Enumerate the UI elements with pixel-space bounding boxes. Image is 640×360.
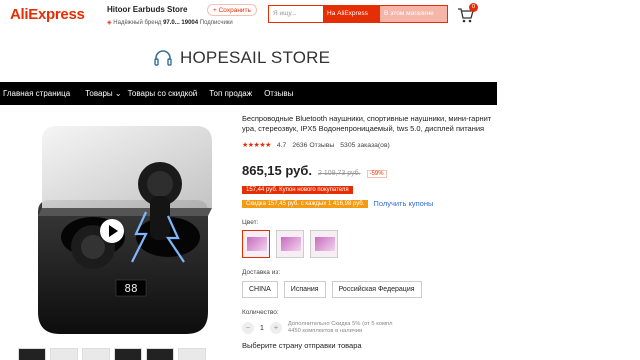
nav-top-sales[interactable]: Топ продаж (209, 89, 252, 98)
search-aliexpress-button[interactable]: На AliExpress (323, 6, 380, 22)
reliable-brand-label: Надёжный бренд (113, 20, 162, 26)
rating-value: 4.7 (276, 141, 287, 149)
headset-icon (154, 50, 172, 66)
save-store-button[interactable]: + Сохранить (207, 4, 257, 16)
thumbnail[interactable] (114, 348, 142, 360)
positive-feedback: 97.0... (163, 20, 180, 26)
product-info: Беспроводные Bluetooth наушники, спортив… (242, 114, 498, 350)
badge-icon: ◈ (107, 20, 112, 26)
qty-plus-button[interactable]: + (269, 322, 282, 334)
store-nav: Главная страница Товары ⌄ Товары со скид… (0, 82, 497, 105)
qty-notes: Дополнительно Скидка 5% (от 5 компл 4450… (288, 321, 393, 335)
old-price: 2 109,73 руб. (318, 170, 361, 177)
price-row: 865,15 руб. 2 109,73 руб. -59% (242, 163, 498, 178)
coupon-row: Скидка 157,45 руб. с каждых 1 416,98 руб… (242, 199, 498, 208)
color-label: Цвет: (242, 219, 259, 226)
bulk-discount-note: Дополнительно Скидка 5% (от 5 компл (287, 321, 393, 327)
product-title-line1: Беспроводные Bluetooth наушники, спортив… (242, 114, 492, 123)
rating-row: ★★★★★ 4.7 2636 Отзывы 5305 заказа(ов) (242, 141, 498, 150)
qty-value[interactable]: 1 (260, 325, 264, 332)
shipping-label: Доставка из: (242, 269, 281, 276)
choose-country-text: Выберите страну отправки товара (242, 341, 362, 350)
thumbnail[interactable] (146, 348, 174, 360)
nav-products-label: Товары (85, 89, 113, 98)
top-header: AliExpress Hitoor Earbuds Store + Сохран… (0, 0, 497, 34)
stock-note: 4450 комплектов в наличии (287, 328, 363, 334)
thumbnail[interactable] (18, 348, 46, 360)
store-name[interactable]: Hitoor Earbuds Store (107, 5, 187, 14)
current-price: 865,15 руб. (242, 163, 313, 178)
svg-text:88: 88 (124, 282, 137, 295)
star-rating-icon: ★★★★★ (242, 142, 271, 149)
new-buyer-coupon[interactable]: 157,44 руб. Купон нового покупателя (242, 186, 353, 194)
subscribers-count: 19004 (181, 20, 199, 26)
color-options (242, 230, 498, 258)
store-banner-title: HOPESAIL STORE (180, 48, 331, 67)
subscribers-label: Подписчики (199, 20, 233, 26)
store-meta: ◈ Надёжный бренд 97.0... 19004 Подписчик… (107, 19, 233, 26)
image-thumbnails (18, 348, 206, 360)
nav-home[interactable]: Главная страница (3, 89, 70, 98)
store-discount-coupon[interactable]: Скидка 157,45 руб. с каждых 1 416,98 руб… (242, 199, 369, 208)
search-input[interactable]: Я ищу... (269, 6, 323, 22)
chevron-down-icon: ⌄ (114, 89, 122, 98)
thumbnail[interactable] (178, 348, 206, 360)
color-option[interactable] (242, 230, 270, 258)
ship-from-china[interactable]: CHINA (242, 281, 278, 298)
thumbnail[interactable] (82, 348, 110, 360)
product-image[interactable]: 88 (28, 112, 228, 344)
nav-products[interactable]: Товары ⌄ (85, 89, 121, 98)
product-title-line2: ура, стереозвук, IPX5 Водонепроницаемый,… (242, 124, 485, 133)
quantity-row: − 1 + Дополнительно Скидка 5% (от 5 комп… (242, 321, 498, 335)
color-option[interactable] (310, 230, 338, 258)
ship-from-spain[interactable]: Испания (283, 281, 326, 298)
quantity-label: Количество: (242, 309, 279, 316)
search-store-button[interactable]: В этом магазине (380, 6, 447, 22)
search-bar: Я ищу... На AliExpress В этом магазине (268, 5, 448, 23)
ship-from-russia[interactable]: Российская Федерация (331, 281, 422, 298)
play-video-button[interactable] (100, 219, 124, 243)
thumbnail[interactable] (50, 348, 78, 360)
orders-count: 5305 заказа(ов) (340, 141, 390, 149)
reviews-link[interactable]: 2636 Отзывы (292, 142, 334, 149)
shipping-options: CHINA Испания Российская Федерация (242, 281, 498, 298)
get-coupons-link[interactable]: Получить купоны (373, 199, 433, 208)
quantity-stepper: − 1 + (242, 322, 282, 334)
nav-reviews[interactable]: Отзывы (264, 89, 293, 98)
aliexpress-logo[interactable]: AliExpress (10, 6, 85, 23)
nav-discounts[interactable]: Товары со скидкой (128, 89, 198, 98)
qty-minus-button[interactable]: − (242, 322, 254, 334)
color-option[interactable] (276, 230, 304, 258)
cart-count-badge: 0 (469, 3, 478, 12)
discount-badge: -59% (366, 170, 387, 178)
